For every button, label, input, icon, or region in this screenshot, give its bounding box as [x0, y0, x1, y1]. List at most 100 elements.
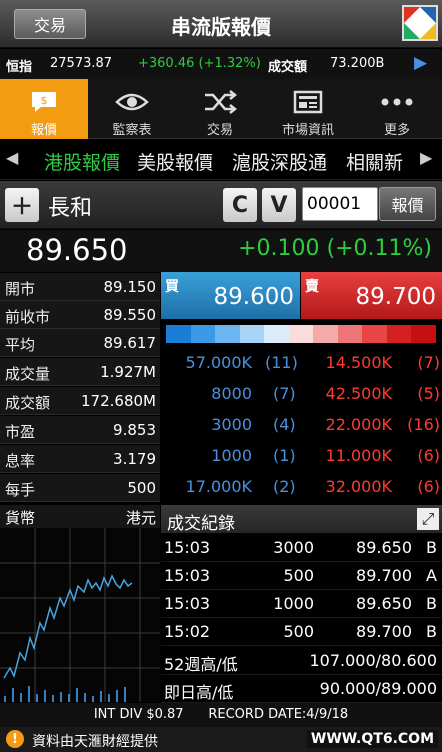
- tab-label: 監察表: [112, 123, 152, 138]
- week52-value: 107.000/80.600: [309, 651, 437, 670]
- turnover-label: 成交額: [268, 60, 308, 75]
- currency-value: 港元: [125, 509, 156, 527]
- trade-time: 15:02: [164, 622, 211, 641]
- quote-button[interactable]: 報價: [379, 187, 436, 221]
- stat-label: 成交額: [5, 394, 51, 412]
- trade-qty: 3000: [273, 538, 314, 557]
- app-title: 串流版報價: [171, 15, 271, 39]
- ticker-text: INT DIV $0.87 RECORD DATE:4/9/18: [93, 707, 349, 722]
- stat-value: 1.927M: [100, 363, 156, 381]
- v-button[interactable]: V: [262, 188, 296, 222]
- depth-row: 8000 (7) 42.500K (5): [161, 384, 442, 415]
- more-dots-icon: [380, 89, 414, 115]
- ask-qty: 22.000K: [325, 415, 392, 434]
- app-logo-icon[interactable]: [402, 5, 438, 41]
- stat-value: 3.179: [113, 450, 156, 468]
- market-tabs: ◀ 港股報價 美股報價 滬股深股通 相關新 ▶: [0, 140, 442, 180]
- week52-label: 52週高/低: [164, 655, 238, 674]
- trade-price: 89.650: [356, 594, 412, 613]
- trade-row: 15:02 500 89.700 B: [161, 618, 442, 646]
- chat-quote-icon: $: [29, 89, 59, 115]
- trade-time: 15:03: [164, 538, 211, 557]
- stock-code-input[interactable]: 00001: [302, 187, 378, 221]
- c-button[interactable]: C: [223, 188, 257, 222]
- bid-orders: (1): [273, 446, 296, 465]
- stat-label: 開市: [5, 280, 36, 298]
- svg-text:$: $: [41, 94, 48, 107]
- scroll-left-icon[interactable]: ◀: [6, 148, 18, 167]
- stat-label: 息率: [5, 452, 36, 470]
- tab-quote[interactable]: $ 報價: [0, 79, 88, 139]
- stat-average: 平均 89.617: [0, 329, 160, 357]
- stat-value: 500: [127, 479, 156, 497]
- trade-side: B: [426, 538, 437, 557]
- depth-row: 17.000K (2) 32.000K (6): [161, 477, 442, 508]
- index-bar: 恒指 27573.87 +360.46 (+1.32%) 成交額 73.200B…: [0, 49, 442, 79]
- week52-row: 52週高/低 107.000/80.600: [161, 647, 442, 675]
- tab-label: 交易: [206, 123, 233, 138]
- stat-label: 每手: [5, 481, 36, 499]
- trade-qty: 500: [283, 622, 314, 641]
- day-range-row: 即日高/低 90.000/89.000: [161, 675, 442, 703]
- tab-stock-connect[interactable]: 滬股深股通: [232, 148, 327, 175]
- depth-row: 1000 (1) 11.000K (6): [161, 446, 442, 477]
- ask-price: 89.700: [355, 284, 436, 310]
- currency-label: 貨幣: [5, 509, 36, 527]
- stat-value: 89.150: [103, 278, 157, 296]
- tab-watchlist[interactable]: 監察表: [88, 79, 176, 139]
- tab-more[interactable]: 更多: [352, 79, 442, 139]
- add-watchlist-button[interactable]: ＋: [5, 188, 39, 222]
- stat-prev-close: 前收市 89.550: [0, 301, 160, 329]
- watermark: WWW.QT6.COM: [306, 730, 438, 748]
- trade-record-header: 成交紀錄 ⤢: [161, 505, 442, 534]
- info-icon: !: [6, 730, 24, 748]
- newspaper-icon: [293, 89, 323, 115]
- shuffle-icon: [203, 89, 237, 115]
- expand-icon[interactable]: ⤢: [417, 508, 439, 530]
- tab-hk-quote[interactable]: 港股報價: [44, 148, 120, 175]
- stat-label: 平均: [5, 336, 36, 354]
- trade-price: 89.650: [356, 538, 412, 557]
- trade-price: 89.700: [356, 566, 412, 585]
- turnover-value: 73.200B: [330, 56, 385, 71]
- tab-us-quote[interactable]: 美股報價: [137, 148, 213, 175]
- ask-orders: (16): [407, 415, 440, 434]
- eye-icon: [115, 89, 149, 115]
- tab-related-news[interactable]: 相關新: [346, 148, 403, 175]
- tab-label: 市場資訊: [281, 123, 334, 138]
- index-change: +360.46 (+1.32%): [138, 56, 261, 71]
- scroll-right-icon[interactable]: ▶: [420, 148, 432, 167]
- stat-label: 成交量: [5, 365, 51, 383]
- tab-label: 更多: [383, 123, 410, 138]
- bid-orders: (2): [273, 477, 296, 496]
- stat-lot-size: 每手 500: [0, 474, 160, 502]
- stat-turnover: 成交額 172.680M: [0, 387, 160, 415]
- stat-value: 89.550: [103, 306, 157, 324]
- last-price: 89.650: [26, 233, 128, 267]
- ask-qty: 42.500K: [325, 384, 392, 403]
- trade-qty: 500: [283, 566, 314, 585]
- tab-market-info[interactable]: 市場資訊: [264, 79, 352, 139]
- bid-orders: (7): [273, 384, 296, 403]
- trade-side: B: [426, 594, 437, 613]
- ask-orders: (7): [417, 353, 440, 372]
- trade-time: 15:03: [164, 594, 211, 613]
- bid-qty: 57.000K: [185, 353, 252, 372]
- ask-orders: (6): [417, 446, 440, 465]
- bid-box[interactable]: 買 89.600: [161, 272, 300, 319]
- main-tabs: $ 報價 監察表 交易 市場資訊 更多: [0, 79, 442, 139]
- stat-value: 89.617: [103, 334, 157, 352]
- bid-qty: 3000: [211, 415, 252, 434]
- ask-qty: 11.000K: [325, 446, 392, 465]
- ask-qty: 14.500K: [325, 353, 392, 372]
- depth-ratio-bar: [166, 325, 437, 343]
- intraday-chart[interactable]: [0, 528, 160, 702]
- stat-volume: 成交量 1.927M: [0, 358, 160, 386]
- play-arrow-icon[interactable]: ▶: [414, 53, 427, 73]
- stat-label: 前收市: [5, 308, 51, 326]
- stat-label: 市盈: [5, 423, 36, 441]
- ask-box[interactable]: 賣 89.700: [301, 272, 442, 319]
- bid-orders: (4): [273, 415, 296, 434]
- day-range-value: 90.000/89.000: [319, 679, 437, 698]
- tab-trade[interactable]: 交易: [176, 79, 264, 139]
